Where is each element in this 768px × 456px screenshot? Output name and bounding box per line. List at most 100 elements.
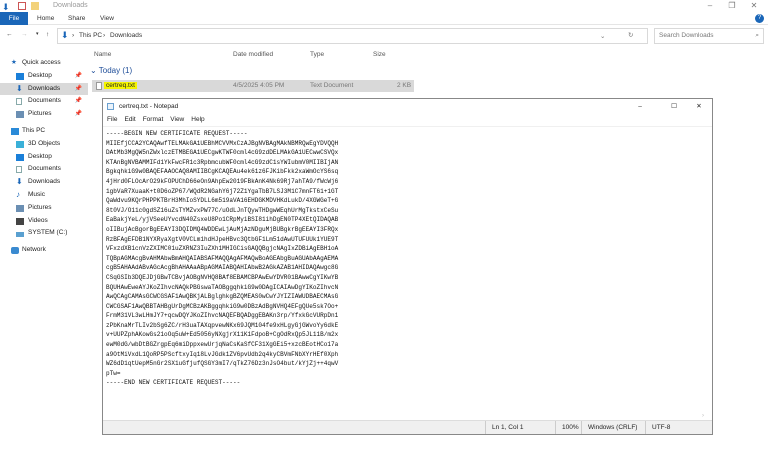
label: Desktop	[28, 152, 52, 160]
pin-icon: 📌	[74, 111, 82, 118]
notepad-menu-bar: File Edit Format View Help	[103, 114, 712, 126]
label: Documents	[28, 97, 61, 105]
downloads-icon: ⬇	[16, 177, 23, 187]
chevron-down-icon[interactable]: ⌄	[600, 32, 605, 40]
menu-file[interactable]: File	[107, 116, 117, 123]
column-name[interactable]: Name	[94, 51, 111, 58]
forward-button[interactable]: →	[21, 31, 28, 38]
properties-icon[interactable]	[18, 2, 26, 10]
status-line-ending: Windows (CRLF)	[581, 421, 645, 434]
notepad-maximize-button[interactable]: ☐	[664, 99, 684, 114]
desktop-icon	[16, 153, 24, 161]
tab-file[interactable]: File	[0, 12, 28, 25]
file-row[interactable]: certreq.txt 4/5/2025 4:05 PM Text Docume…	[92, 80, 414, 92]
notepad-text-area[interactable]: -----BEGIN NEW CERTIFICATE REQUEST----- …	[103, 126, 712, 420]
notepad-window: certreq.txt - Notepad – ☐ ✕ File Edit Form…	[102, 98, 713, 435]
menu-edit[interactable]: Edit	[124, 116, 135, 123]
maximize-button[interactable]: ❐	[722, 1, 742, 12]
notepad-title: certreq.txt - Notepad	[119, 103, 179, 110]
notepad-close-button[interactable]: ✕	[689, 99, 709, 114]
file-date: 4/5/2025 4:05 PM	[233, 82, 285, 89]
notepad-minimize-button[interactable]: –	[630, 99, 650, 114]
pin-icon: 📌	[74, 85, 82, 92]
help-icon[interactable]: ?	[755, 14, 764, 23]
sidebar-item-desktop-pc[interactable]: Desktop	[0, 151, 88, 164]
sidebar-this-pc[interactable]: This PC	[0, 125, 88, 138]
label: Documents	[28, 165, 61, 173]
search-placeholder: Search Downloads	[659, 32, 714, 39]
new-folder-icon[interactable]	[31, 2, 39, 10]
sidebar-item-desktop[interactable]: Desktop 📌	[0, 70, 88, 83]
downloads-icon: ⬇	[61, 30, 69, 40]
file-type: Text Document	[310, 82, 354, 89]
pictures-icon	[16, 204, 24, 212]
column-date-modified[interactable]: Date modified	[233, 51, 273, 58]
status-encoding: UTF-8	[645, 421, 705, 434]
tab-home[interactable]: Home	[30, 12, 61, 25]
window-title: Downloads	[53, 2, 88, 9]
tab-view[interactable]: View	[93, 12, 121, 25]
pictures-icon	[16, 111, 24, 119]
close-button[interactable]: ✕	[744, 1, 764, 12]
sidebar-item-videos[interactable]: Videos	[0, 215, 88, 228]
sidebar-item-pictures[interactable]: Pictures 📌	[0, 108, 88, 121]
label: Network	[22, 246, 46, 254]
file-size: 2 KB	[397, 82, 412, 89]
label: Downloads	[28, 84, 61, 92]
label: SYSTEM (C:)	[28, 229, 68, 237]
sidebar-network[interactable]: Network	[0, 244, 88, 257]
up-button[interactable]: ↑	[46, 31, 49, 38]
sidebar-item-system-drive[interactable]: SYSTEM (C:)	[0, 227, 88, 240]
notepad-title-bar: certreq.txt - Notepad – ☐ ✕	[103, 99, 712, 114]
download-arrow-icon: ⬇	[2, 2, 10, 12]
sidebar-item-pictures-pc[interactable]: Pictures	[0, 202, 88, 215]
status-zoom: 100%	[555, 421, 581, 434]
file-name: certreq.txt	[104, 82, 137, 89]
label: Pictures	[28, 110, 52, 118]
breadcrumb-this-pc[interactable]: This PC	[79, 32, 102, 39]
pin-icon: 📌	[74, 98, 82, 105]
label: This PC	[22, 126, 46, 134]
group-header-today[interactable]: ⌄ Today (1)	[90, 66, 132, 75]
menu-help[interactable]: Help	[191, 116, 204, 123]
label: Videos	[28, 216, 48, 224]
column-type[interactable]: Type	[310, 51, 324, 58]
scroll-right-arrow[interactable]: ›	[702, 413, 704, 419]
notepad-status-bar: Ln 1, Col 1 100% Windows (CRLF) UTF-8	[103, 420, 712, 434]
sidebar-item-downloads[interactable]: ⬇ Downloads 📌	[0, 82, 88, 96]
label: Downloads	[28, 178, 61, 186]
drive-icon	[16, 232, 24, 238]
music-icon: ♪	[16, 189, 20, 199]
menu-format[interactable]: Format	[143, 116, 164, 123]
refresh-icon[interactable]: ↻	[628, 31, 633, 39]
back-button[interactable]: ←	[6, 31, 13, 38]
column-size[interactable]: Size	[373, 51, 386, 58]
search-icon: ⌕	[755, 32, 759, 39]
star-icon: ★	[11, 59, 17, 66]
separator: ›	[103, 32, 106, 39]
sidebar-item-3d-objects[interactable]: 3D Objects	[0, 138, 88, 151]
address-bar[interactable]: ⬇ › This PC › Downloads ⌄ ↻	[57, 28, 648, 44]
videos-icon	[16, 217, 24, 225]
menu-view[interactable]: View	[170, 116, 184, 123]
label: 3D Objects	[28, 139, 61, 147]
navigation-pane: ★ Quick access Desktop 📌 ⬇ Downloads 📌 Docum…	[0, 57, 88, 257]
text-file-icon	[96, 82, 102, 90]
breadcrumb-downloads[interactable]: Downloads	[110, 32, 142, 39]
separator: ›	[72, 32, 75, 39]
documents-icon	[16, 166, 22, 174]
sidebar-item-documents-pc[interactable]: Documents	[0, 163, 88, 176]
pin-icon: 📌	[74, 72, 82, 79]
tab-share[interactable]: Share	[61, 12, 92, 25]
sidebar-item-downloads-pc[interactable]: ⬇ Downloads	[0, 176, 88, 189]
documents-icon	[16, 98, 22, 106]
recent-locations-button[interactable]: ▾	[36, 31, 39, 37]
sidebar-quick-access[interactable]: ★ Quick access	[0, 57, 88, 70]
search-input[interactable]: Search Downloads ⌕	[654, 28, 764, 44]
sidebar-item-documents[interactable]: Documents 📌	[0, 95, 88, 108]
label: Desktop	[28, 71, 52, 79]
notepad-icon	[107, 103, 114, 110]
minimize-button[interactable]: –	[700, 1, 720, 12]
sidebar-item-music[interactable]: ♪ Music	[0, 189, 88, 202]
desktop-icon	[16, 72, 24, 80]
